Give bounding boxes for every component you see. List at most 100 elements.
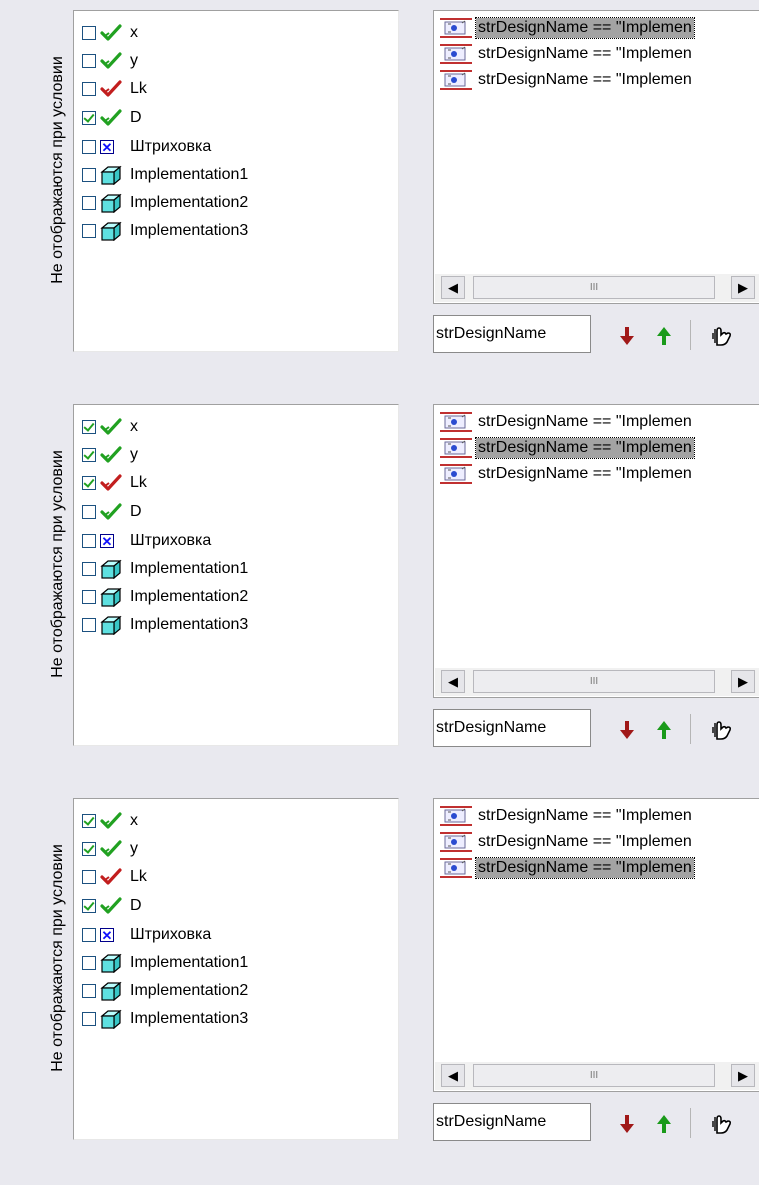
- item-checkbox[interactable]: [82, 82, 96, 96]
- list-item[interactable]: Implementation1: [82, 949, 248, 977]
- hand-icon[interactable]: [708, 1110, 736, 1138]
- scroll-right-button[interactable]: ▶: [731, 276, 755, 299]
- item-checkbox[interactable]: [82, 534, 96, 548]
- arrow-up-icon[interactable]: [650, 716, 678, 744]
- scroll-left-button[interactable]: ◀: [441, 1064, 465, 1087]
- condition-row[interactable]: strDesignName == "Implemen: [440, 857, 759, 879]
- condition-text: strDesignName == "Implemen: [478, 833, 692, 850]
- list-item[interactable]: Lk: [82, 75, 147, 103]
- list-item[interactable]: x: [82, 19, 138, 47]
- list-item[interactable]: Implementation1: [82, 161, 248, 189]
- item-checkbox[interactable]: [82, 590, 96, 604]
- condition-row[interactable]: strDesignName == "Implemen: [440, 805, 759, 827]
- arrow-up-icon[interactable]: [650, 322, 678, 350]
- variable-field[interactable]: strDesignName: [433, 1103, 591, 1141]
- item-checkbox[interactable]: [82, 842, 96, 856]
- item-checkbox[interactable]: [82, 899, 96, 913]
- item-checkbox[interactable]: [82, 928, 96, 942]
- list-item[interactable]: y: [82, 47, 138, 75]
- list-item[interactable]: Lk: [82, 863, 147, 891]
- hand-icon[interactable]: [708, 716, 736, 744]
- item-checkbox[interactable]: [82, 140, 96, 154]
- item-checkbox[interactable]: [82, 956, 96, 970]
- condition-row[interactable]: strDesignName == "Implemen: [440, 437, 759, 459]
- variable-field[interactable]: strDesignName: [433, 315, 591, 353]
- item-checkbox[interactable]: [82, 870, 96, 884]
- list-item[interactable]: Implementation1: [82, 555, 248, 583]
- variables-list[interactable]: x y Lk D ✕ Штриховка Implementation1 Implementa…: [73, 798, 399, 1140]
- list-item[interactable]: y: [82, 835, 138, 863]
- scroll-left-button[interactable]: ◀: [441, 670, 465, 693]
- list-item[interactable]: Implementation3: [82, 611, 248, 639]
- condition-row[interactable]: strDesignName == "Implemen: [440, 831, 759, 853]
- item-checkbox[interactable]: [82, 54, 96, 68]
- item-checkbox[interactable]: [82, 224, 96, 238]
- item-checkbox[interactable]: [82, 505, 96, 519]
- horizontal-scrollbar[interactable]: ◀ III ▶: [435, 1062, 759, 1090]
- item-checkbox[interactable]: [82, 814, 96, 828]
- list-item[interactable]: D: [82, 892, 142, 920]
- list-item[interactable]: D: [82, 498, 142, 526]
- toolbar-separator: [690, 714, 691, 744]
- list-item[interactable]: Lk: [82, 469, 147, 497]
- condition-row[interactable]: strDesignName == "Implemen: [440, 463, 759, 485]
- list-item[interactable]: y: [82, 441, 138, 469]
- list-item[interactable]: ✕ Штриховка: [82, 133, 211, 161]
- item-checkbox[interactable]: [82, 168, 96, 182]
- condition-row[interactable]: strDesignName == "Implemen: [440, 69, 759, 91]
- arrow-down-icon[interactable]: [613, 1110, 641, 1138]
- list-item[interactable]: x: [82, 807, 138, 835]
- conditions-list[interactable]: strDesignName == "Implemen strDesignName …: [433, 10, 759, 304]
- scroll-right-button[interactable]: ▶: [731, 670, 755, 693]
- component-cube-icon: [100, 193, 122, 213]
- list-item[interactable]: Implementation2: [82, 189, 248, 217]
- arrow-up-icon[interactable]: [650, 1110, 678, 1138]
- green-check-icon: [100, 51, 122, 71]
- item-label: Implementation1: [130, 166, 249, 183]
- green-check-icon: [100, 502, 122, 522]
- item-checkbox[interactable]: [82, 26, 96, 40]
- item-label: y: [130, 52, 138, 69]
- item-checkbox[interactable]: [82, 984, 96, 998]
- arrow-down-icon[interactable]: [613, 716, 641, 744]
- condition-row[interactable]: strDesignName == "Implemen: [440, 43, 759, 65]
- item-checkbox[interactable]: [82, 448, 96, 462]
- scroll-thumb[interactable]: III: [473, 276, 715, 299]
- list-item[interactable]: D: [82, 104, 142, 132]
- scroll-left-button[interactable]: ◀: [441, 276, 465, 299]
- horizontal-scrollbar[interactable]: ◀ III ▶: [435, 668, 759, 696]
- red-check-icon: [100, 473, 122, 493]
- arrow-down-icon[interactable]: [613, 322, 641, 350]
- scroll-thumb[interactable]: III: [473, 670, 715, 693]
- variables-list[interactable]: x y Lk D ✕ Штриховка Implementation1 Implementa…: [73, 10, 399, 352]
- list-item[interactable]: ✕ Штриховка: [82, 921, 211, 949]
- conditions-list[interactable]: strDesignName == "Implemen strDesignName …: [433, 404, 759, 698]
- horizontal-scrollbar[interactable]: ◀ III ▶: [435, 274, 759, 302]
- list-item[interactable]: Implementation3: [82, 1005, 248, 1033]
- item-checkbox[interactable]: [82, 562, 96, 576]
- list-item[interactable]: x: [82, 413, 138, 441]
- hand-icon[interactable]: [708, 322, 736, 350]
- item-label: D: [130, 897, 142, 914]
- conditions-list[interactable]: strDesignName == "Implemen strDesignName …: [433, 798, 759, 1092]
- item-checkbox[interactable]: [82, 420, 96, 434]
- component-cube-icon: [100, 559, 122, 579]
- list-item[interactable]: Implementation2: [82, 977, 248, 1005]
- list-item[interactable]: Implementation3: [82, 217, 248, 245]
- condition-row[interactable]: strDesignName == "Implemen: [440, 411, 759, 433]
- item-label: Implementation1: [130, 954, 249, 971]
- item-checkbox[interactable]: [82, 196, 96, 210]
- item-checkbox[interactable]: [82, 1012, 96, 1026]
- component-cube-icon: [100, 165, 122, 185]
- condition-text: strDesignName == "Implemen: [478, 45, 692, 62]
- condition-row[interactable]: strDesignName == "Implemen: [440, 17, 759, 39]
- list-item[interactable]: Implementation2: [82, 583, 248, 611]
- item-checkbox[interactable]: [82, 476, 96, 490]
- scroll-right-button[interactable]: ▶: [731, 1064, 755, 1087]
- scroll-thumb[interactable]: III: [473, 1064, 715, 1087]
- variable-field[interactable]: strDesignName: [433, 709, 591, 747]
- variables-list[interactable]: x y Lk D ✕ Штриховка Implementation1 Implementa…: [73, 404, 399, 746]
- list-item[interactable]: ✕ Штриховка: [82, 527, 211, 555]
- item-checkbox[interactable]: [82, 111, 96, 125]
- item-checkbox[interactable]: [82, 618, 96, 632]
